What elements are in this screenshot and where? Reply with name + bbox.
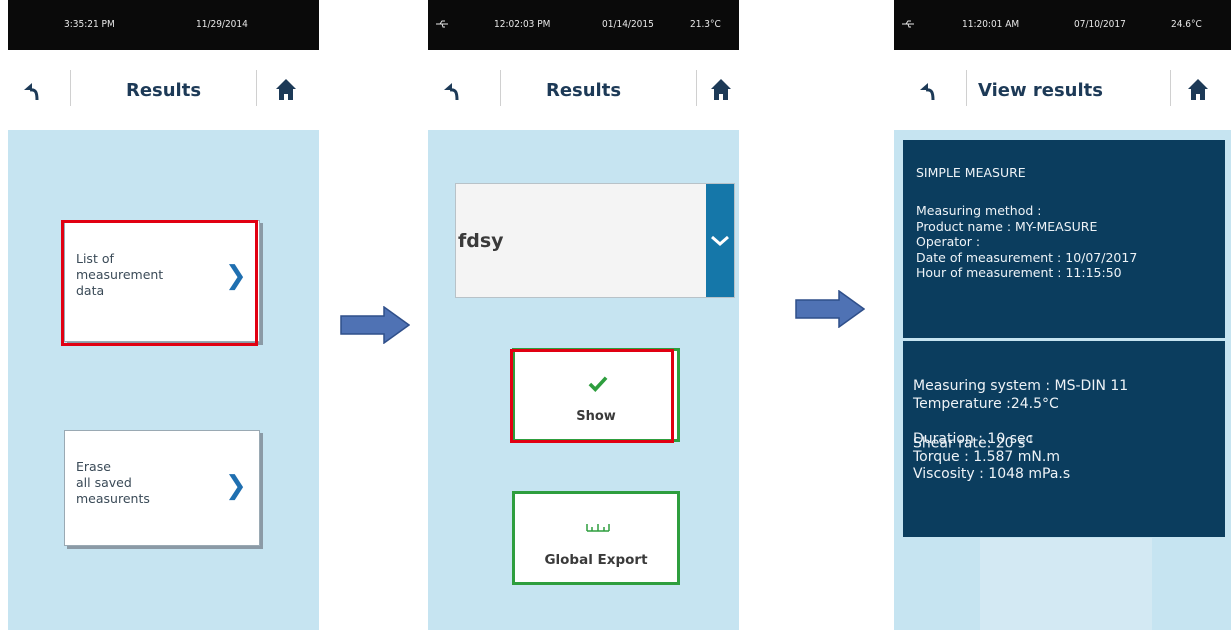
- product-select-dropdown[interactable]: fdsy: [455, 183, 735, 298]
- show-button[interactable]: Show: [512, 348, 680, 442]
- flow-arrow-icon: [795, 290, 865, 328]
- header-bar: Results: [428, 50, 739, 130]
- show-label: Show: [576, 409, 616, 424]
- list-measurement-data-button[interactable]: List of measurement data ❯: [64, 220, 260, 342]
- screen-results-menu: 3:35:21 PM 11/29/2014 Results List of me…: [8, 0, 319, 630]
- status-time: 11:20:01 AM: [962, 19, 1020, 30]
- measure-results-panel: Measuring system : MS-DIN 11 Temperature…: [903, 341, 1225, 537]
- page-title: View results: [978, 80, 1103, 101]
- results-text-a: Measuring system : MS-DIN 11 Temperature…: [913, 378, 1129, 412]
- chevron-down-icon: [711, 235, 729, 246]
- panel-footer-shade: [980, 538, 1152, 630]
- status-date: 01/14/2015: [602, 19, 654, 30]
- usb-icon: [902, 20, 914, 28]
- export-ruler-icon: [586, 524, 610, 532]
- global-export-label: Global Export: [544, 552, 648, 568]
- measure-info-text: Measuring method : Product name : MY-MEA…: [916, 203, 1138, 280]
- header-bar: Results: [8, 50, 319, 130]
- page-title: Results: [125, 80, 202, 101]
- status-time: 12:02:03 PM: [494, 19, 551, 30]
- flow-arrow-icon: [340, 306, 410, 344]
- status-bar: 11:20:01 AM 07/10/2017 24.6°C: [894, 0, 1231, 50]
- home-icon[interactable]: [709, 77, 733, 103]
- dropdown-toggle[interactable]: [706, 184, 734, 297]
- global-export-button[interactable]: Global Export: [512, 491, 680, 585]
- header-separator: [256, 70, 257, 106]
- header-separator: [696, 70, 697, 106]
- results-text-b: Duration : 10 sec Torque : 1.587 mN.m Vi…: [913, 431, 1071, 482]
- measure-heading: SIMPLE MEASURE: [916, 165, 1026, 180]
- status-date: 11/29/2014: [196, 19, 248, 30]
- card-label: List of measurement data: [76, 251, 164, 298]
- checkmark-icon: [588, 376, 608, 392]
- home-icon[interactable]: [274, 77, 298, 103]
- usb-icon: [436, 20, 448, 28]
- status-time: 3:35:21 PM: [64, 19, 115, 30]
- chevron-right-icon: ❯: [225, 261, 247, 291]
- dropdown-value: fdsy: [458, 230, 504, 252]
- status-temperature: 21.3°C: [690, 19, 721, 30]
- erase-measurements-button[interactable]: Erase all saved measurents ❯: [64, 430, 260, 546]
- status-bar: 3:35:21 PM 11/29/2014: [8, 0, 319, 50]
- header-bar: View results: [894, 50, 1231, 130]
- status-date: 07/10/2017: [1074, 19, 1126, 30]
- status-bar: 12:02:03 PM 01/14/2015 21.3°C: [428, 0, 739, 50]
- page-title: Results: [545, 80, 622, 101]
- chevron-right-icon: ❯: [225, 471, 247, 501]
- home-icon[interactable]: [1186, 77, 1210, 103]
- status-temperature: 24.6°C: [1171, 19, 1202, 30]
- measure-info-panel: SIMPLE MEASURE Measuring method : Produc…: [903, 140, 1225, 338]
- card-label: Erase all saved measurents: [76, 459, 150, 506]
- header-separator: [1170, 70, 1171, 106]
